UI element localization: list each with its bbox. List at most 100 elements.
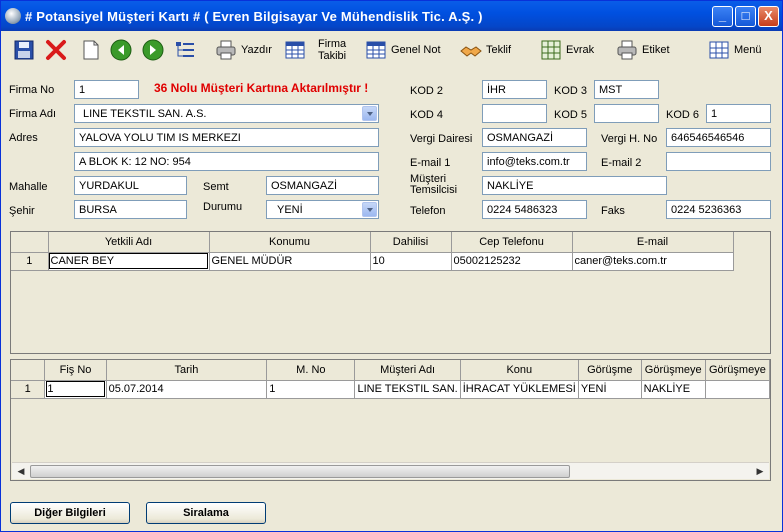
kod4-field[interactable] xyxy=(482,104,547,123)
firma-takibi-button[interactable]: Firma Takibi xyxy=(284,35,346,65)
menu-grid-icon xyxy=(708,39,730,61)
contacts-header-cep[interactable]: Cep Telefonu xyxy=(451,232,573,253)
meetings-header-gorusme[interactable]: Görüşme xyxy=(578,360,642,381)
horizontal-scrollbar[interactable]: ◀ ▶ xyxy=(12,462,769,479)
mahalle-field[interactable]: YURDAKUL xyxy=(74,176,187,195)
email1-field[interactable]: info@teks.com.tr xyxy=(482,152,587,171)
dahilisi-cell[interactable]: 10 xyxy=(370,252,452,271)
sehir-field[interactable]: BURSA xyxy=(74,200,187,219)
menu-label: Menü xyxy=(734,44,762,56)
handshake-icon xyxy=(460,39,482,61)
table-row[interactable]: 1 1 05.07.2014 1 LINE TEKSTIL SAN. İHRAC… xyxy=(11,380,771,399)
next-record-button[interactable] xyxy=(142,35,164,65)
kod2-field[interactable]: İHR xyxy=(482,80,547,99)
kod3-label: KOD 3 xyxy=(554,85,588,97)
scroll-left-icon[interactable]: ◀ xyxy=(14,465,28,478)
print-button[interactable]: Yazdır xyxy=(215,35,272,65)
list-button[interactable] xyxy=(174,35,196,65)
contacts-header-email[interactable]: E-mail xyxy=(572,232,734,253)
email2-label: E-mail 2 xyxy=(601,157,642,169)
firma-no-label: Firma No xyxy=(9,84,55,96)
email-cell[interactable]: caner@teks.com.tr xyxy=(572,252,734,271)
contacts-grid[interactable]: Yetkili Adı Konumu Dahilisi Cep Telefonu… xyxy=(10,231,771,354)
vergi-no-field[interactable]: 646546546546 xyxy=(666,128,771,147)
siralama-button[interactable]: Siralama xyxy=(146,502,266,524)
delete-button[interactable] xyxy=(45,35,67,65)
semt-field[interactable]: OSMANGAZİ xyxy=(266,176,379,195)
meetings-grid[interactable]: Fiş No Tarih M. No Müşteri Adı Konu Görü… xyxy=(10,359,771,481)
meetings-header-gorusmeye-1[interactable]: Görüşmeye xyxy=(641,360,706,381)
firma-takibi-label-1: Firma xyxy=(318,38,347,50)
contacts-header-yetkili[interactable]: Yetkili Adı xyxy=(48,232,210,253)
yetkili-cell[interactable]: CANER BEY xyxy=(48,252,210,271)
blank-document-icon xyxy=(80,39,102,61)
durumu-combo[interactable]: YENİ xyxy=(266,200,379,219)
etiket-button[interactable]: Etiket xyxy=(616,35,670,65)
meetings-header-musteri-adi[interactable]: Müşteri Adı xyxy=(354,360,461,381)
meetings-header-m-no[interactable]: M. No xyxy=(266,360,356,381)
adres-label: Adres xyxy=(9,132,38,144)
scrollbar-thumb[interactable] xyxy=(30,465,570,478)
table-row[interactable]: 1 CANER BEY GENEL MÜDÜR 10 05002125232 c… xyxy=(11,252,734,271)
tree-list-icon xyxy=(174,39,196,61)
meetings-header-fis-no[interactable]: Fiş No xyxy=(44,360,107,381)
printer-icon xyxy=(215,39,237,61)
firma-adi-combo[interactable]: LINE TEKSTIL SAN. A.S. xyxy=(74,104,379,123)
kod6-field[interactable]: 1 xyxy=(706,104,771,123)
meetings-header-gorusmeye-2[interactable]: Görüşmeye xyxy=(705,360,771,381)
temsilci-label: Müşteri Temsilcisi xyxy=(410,174,457,196)
sehir-label: Şehir xyxy=(9,205,35,217)
adres-line2-field[interactable]: A BLOK K: 12 NO: 954 xyxy=(74,152,379,171)
maximize-button[interactable]: □ xyxy=(735,6,756,27)
tarih-cell[interactable]: 05.07.2014 xyxy=(106,380,268,399)
title-bar[interactable]: # Potansiyel Müşteri Kartı # ( Evren Bil… xyxy=(1,1,782,31)
durumu-label: Durumu xyxy=(203,201,243,213)
save-button[interactable] xyxy=(13,35,35,65)
kod3-field[interactable]: MST xyxy=(594,80,659,99)
gorusmeye-cell-2[interactable] xyxy=(705,380,771,399)
contacts-header-dahilisi[interactable]: Dahilisi xyxy=(370,232,452,253)
vergi-no-label: Vergi H. No xyxy=(601,133,658,145)
m-no-cell[interactable]: 1 xyxy=(266,380,356,399)
chevron-down-icon[interactable] xyxy=(362,106,377,121)
adres-line1-field[interactable]: YALOVA YOLU TIM IS MERKEZI xyxy=(74,128,379,147)
menu-button[interactable]: Menü xyxy=(708,35,762,65)
chevron-down-icon[interactable] xyxy=(362,202,377,217)
diger-bilgileri-button[interactable]: Diğer Bilgileri xyxy=(10,502,130,524)
close-button[interactable]: X xyxy=(758,6,779,27)
firma-no-field[interactable]: 1 xyxy=(74,80,139,99)
cep-cell[interactable]: 05002125232 xyxy=(451,252,573,271)
musteri-adi-cell[interactable]: LINE TEKSTIL SAN. xyxy=(354,380,461,399)
teklif-button[interactable]: Teklif xyxy=(460,35,511,65)
new-document-button[interactable] xyxy=(80,35,102,65)
vergi-dairesi-field[interactable]: OSMANGAZİ xyxy=(482,128,587,147)
contacts-header-rownum xyxy=(11,232,49,253)
contacts-header-konumu[interactable]: Konumu xyxy=(209,232,371,253)
scroll-right-icon[interactable]: ▶ xyxy=(753,465,767,478)
kod5-field[interactable] xyxy=(594,104,659,123)
email1-label: E-mail 1 xyxy=(410,157,451,169)
minimize-button[interactable]: _ xyxy=(712,6,733,27)
gorusmeye-cell-1[interactable]: NAKLİYE xyxy=(641,380,706,399)
teklif-label: Teklif xyxy=(486,44,512,56)
faks-label: Faks xyxy=(601,205,625,217)
fis-no-cell[interactable]: 1 xyxy=(44,380,107,399)
app-icon xyxy=(5,8,21,24)
konumu-cell[interactable]: GENEL MÜDÜR xyxy=(209,252,371,271)
temsilci-field[interactable]: NAKLİYE xyxy=(482,176,667,195)
arrow-right-icon xyxy=(142,39,164,61)
email2-field[interactable] xyxy=(666,152,771,171)
previous-record-button[interactable] xyxy=(110,35,132,65)
evrak-button[interactable]: Evrak xyxy=(540,35,594,65)
meetings-header-tarih[interactable]: Tarih xyxy=(106,360,268,381)
konu-cell[interactable]: İHRACAT YÜKLEMESİ xyxy=(460,380,579,399)
mahalle-label: Mahalle xyxy=(9,181,48,193)
faks-field[interactable]: 0224 5236363 xyxy=(666,200,771,219)
etiket-label: Etiket xyxy=(642,44,670,56)
meetings-header-konu[interactable]: Konu xyxy=(460,360,579,381)
telefon-field[interactable]: 0224 5486323 xyxy=(482,200,587,219)
gorusme-cell[interactable]: YENİ xyxy=(578,380,642,399)
spreadsheet-icon xyxy=(284,39,306,61)
notes-grid-icon xyxy=(365,39,387,61)
genel-not-button[interactable]: Genel Not xyxy=(365,35,441,65)
